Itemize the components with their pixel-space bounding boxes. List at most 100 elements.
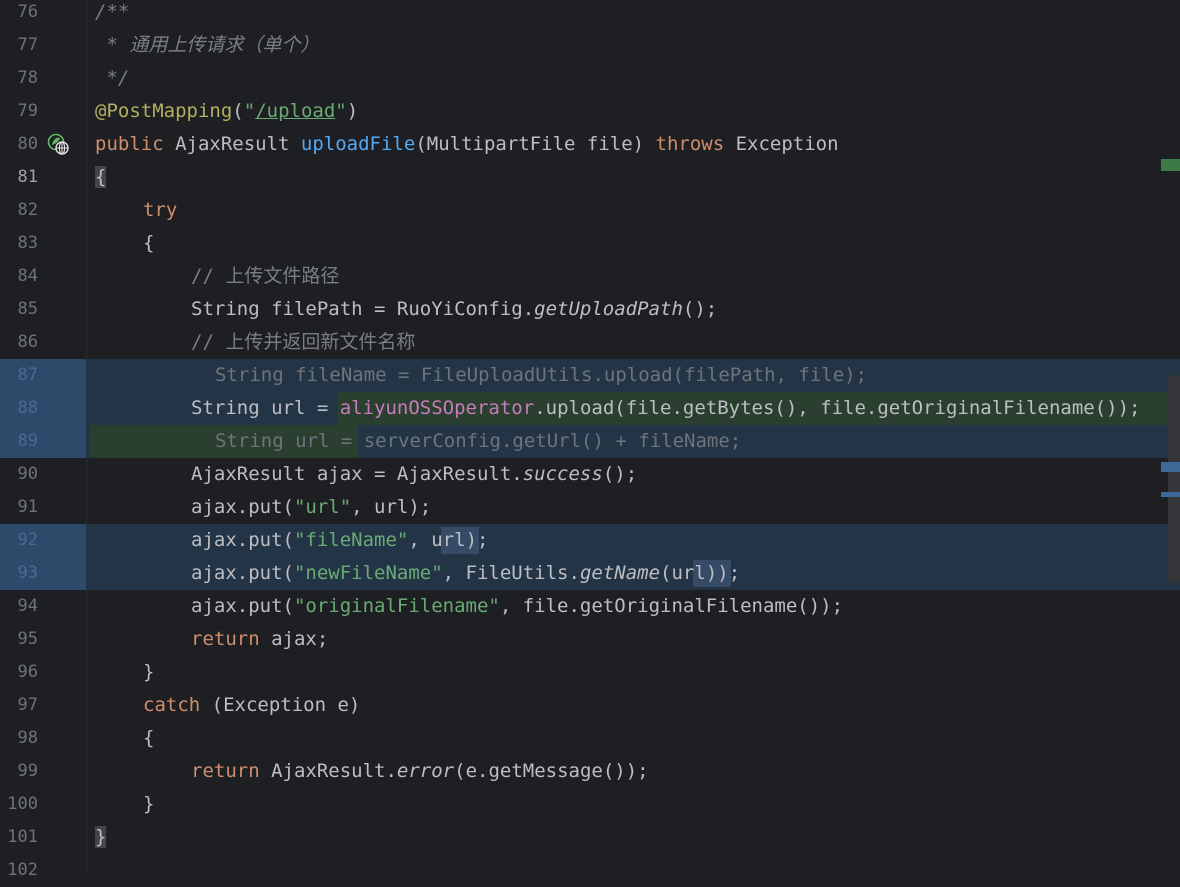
line-number: 77 bbox=[17, 35, 38, 55]
params: (MultipartFile file) bbox=[415, 133, 656, 155]
code-text: String url = aliyunOSSOperator.upload(fi… bbox=[191, 392, 1140, 425]
type-name: Exception bbox=[724, 133, 839, 155]
code-text: { bbox=[143, 232, 155, 254]
line-number: 76 bbox=[17, 2, 38, 22]
code-line[interactable]: 76 /** bbox=[0, 0, 1180, 29]
code-token: (Exception e) bbox=[200, 694, 361, 716]
variable-usage: url bbox=[431, 529, 466, 551]
line-number: 96 bbox=[17, 662, 38, 682]
code-token: (); bbox=[682, 298, 718, 320]
code-text: ajax.put("originalFilename", file.getOri… bbox=[191, 590, 843, 623]
code-token: ); bbox=[465, 529, 489, 551]
field-name: aliyunOSSOperator bbox=[339, 397, 535, 419]
code-editor[interactable]: 76 /** 77 * 通用上传请求（单个） 78 */ 79 @PostMap… bbox=[0, 0, 1180, 880]
code-token: serverConfig.getUrl() + fileName; bbox=[363, 430, 742, 452]
line-number: 83 bbox=[17, 233, 38, 253]
code-line[interactable]: 80 public AjaxResult uploadFile(Multipar… bbox=[0, 128, 1180, 161]
code-text: String url = serverConfig.getUrl() + fil… bbox=[215, 425, 741, 458]
code-text: // 上传文件路径 bbox=[191, 265, 340, 287]
static-method: getUploadPath bbox=[534, 298, 683, 320]
paren: ( bbox=[232, 100, 244, 122]
code-token: , url); bbox=[351, 496, 432, 518]
code-line-diff[interactable]: 88 String url = aliyunOSSOperator.upload… bbox=[0, 392, 1180, 425]
code-line[interactable]: 85 String filePath = RuoYiConfig.getUplo… bbox=[0, 293, 1180, 326]
code-line[interactable]: 90 AjaxResult ajax = AjaxResult.success(… bbox=[0, 458, 1180, 491]
line-number: 91 bbox=[17, 497, 38, 517]
line-number: 81 bbox=[17, 167, 38, 187]
string-literal: "url" bbox=[293, 496, 352, 518]
code-line[interactable]: 77 * 通用上传请求（单个） bbox=[0, 29, 1180, 62]
code-line[interactable]: 94 ajax.put("originalFilename", file.get… bbox=[0, 590, 1180, 623]
static-method: getName bbox=[579, 562, 661, 584]
url-link[interactable]: /upload bbox=[255, 100, 335, 122]
code-line[interactable]: 81 { bbox=[0, 161, 1180, 194]
code-line[interactable]: 100 } bbox=[0, 788, 1180, 821]
code-line[interactable]: 97 catch (Exception e) bbox=[0, 689, 1180, 722]
code-token: ajax.put( bbox=[191, 529, 294, 551]
line-number: 93 bbox=[17, 563, 38, 583]
code-line[interactable]: 79 @PostMapping("/upload") bbox=[0, 95, 1180, 128]
code-line[interactable]: 96 } bbox=[0, 656, 1180, 689]
code-text: */ bbox=[95, 67, 130, 89]
code-token: )); bbox=[705, 562, 741, 584]
type-name: AjaxResult bbox=[163, 133, 301, 155]
keyword: return bbox=[191, 628, 260, 650]
line-number: 89 bbox=[17, 431, 38, 451]
line-number: 84 bbox=[17, 266, 38, 286]
code-token: , file.getOriginalFilename()); bbox=[499, 595, 844, 617]
scroll-marker-modified[interactable] bbox=[1161, 492, 1180, 497]
code-token: ajax; bbox=[259, 628, 329, 650]
code-text: String filePath = RuoYiConfig.getUploadP… bbox=[191, 293, 717, 326]
scroll-marker-added[interactable] bbox=[1161, 159, 1180, 171]
keyword: catch bbox=[143, 694, 201, 716]
code-token: ajax.put( bbox=[191, 496, 294, 518]
line-number: 101 bbox=[7, 827, 38, 847]
code-text: } bbox=[143, 793, 155, 815]
line-number: 94 bbox=[17, 596, 38, 616]
scroll-marker-modified[interactable] bbox=[1161, 462, 1180, 472]
static-method: success bbox=[522, 463, 603, 485]
spring-web-endpoint-icon[interactable] bbox=[47, 133, 69, 155]
line-number: 88 bbox=[17, 398, 38, 418]
code-line[interactable]: 84 // 上传文件路径 bbox=[0, 260, 1180, 293]
code-token: ajax.put( bbox=[191, 562, 294, 584]
string-literal: "fileName" bbox=[293, 529, 409, 551]
code-token: String url = bbox=[215, 430, 364, 452]
code-line[interactable]: 101 } bbox=[0, 821, 1180, 854]
code-token: , FileUtils. bbox=[442, 562, 580, 584]
code-line-diff[interactable]: 89 String url = serverConfig.getUrl() + … bbox=[0, 425, 1180, 458]
code-line[interactable]: 91 ajax.put("url", url); bbox=[0, 491, 1180, 524]
code-text: { bbox=[95, 161, 107, 194]
code-line-diff[interactable]: 93 ajax.put("newFileName", FileUtils.get… bbox=[0, 557, 1180, 590]
code-line[interactable]: 78 */ bbox=[0, 62, 1180, 95]
code-text: * 通用上传请求（单个） bbox=[95, 34, 320, 56]
variable-usage: url bbox=[671, 562, 706, 584]
code-line[interactable]: 98 { bbox=[0, 722, 1180, 755]
code-line[interactable]: 99 return AjaxResult.error(e.getMessage(… bbox=[0, 755, 1180, 788]
code-text: /** bbox=[95, 1, 130, 23]
static-method: error bbox=[396, 760, 455, 782]
string-literal: "/upload" bbox=[243, 100, 347, 122]
code-text: ajax.put("fileName", url); bbox=[191, 524, 488, 557]
paren: ) bbox=[346, 100, 359, 122]
keyword: return bbox=[191, 760, 260, 782]
line-number: 79 bbox=[17, 101, 38, 121]
code-line[interactable]: 86 // 上传并返回新文件名称 bbox=[0, 326, 1180, 359]
code-line-diff[interactable]: 92 ajax.put("fileName", url); bbox=[0, 524, 1180, 557]
code-line-diff[interactable]: 87 String fileName = FileUploadUtils.upl… bbox=[0, 359, 1180, 392]
vertical-scrollbar-thumb[interactable] bbox=[1168, 375, 1180, 583]
keyword: throws bbox=[655, 133, 725, 155]
code-text: AjaxResult ajax = AjaxResult.success(); bbox=[191, 458, 637, 491]
line-number: 78 bbox=[17, 68, 38, 88]
code-text: public AjaxResult uploadFile(MultipartFi… bbox=[95, 128, 839, 161]
method-name: uploadFile bbox=[300, 133, 416, 155]
line-number: 86 bbox=[17, 332, 38, 352]
code-text: try bbox=[143, 199, 178, 221]
code-line[interactable]: 95 return ajax; bbox=[0, 623, 1180, 656]
code-line[interactable]: 83 { bbox=[0, 227, 1180, 260]
code-text: { bbox=[143, 727, 155, 749]
code-text: ajax.put("url", url); bbox=[191, 491, 431, 524]
line-number: 95 bbox=[17, 629, 38, 649]
code-token: .upload(file.getBytes(), file.getOrigina… bbox=[534, 397, 1141, 419]
code-line[interactable]: 82 try bbox=[0, 194, 1180, 227]
